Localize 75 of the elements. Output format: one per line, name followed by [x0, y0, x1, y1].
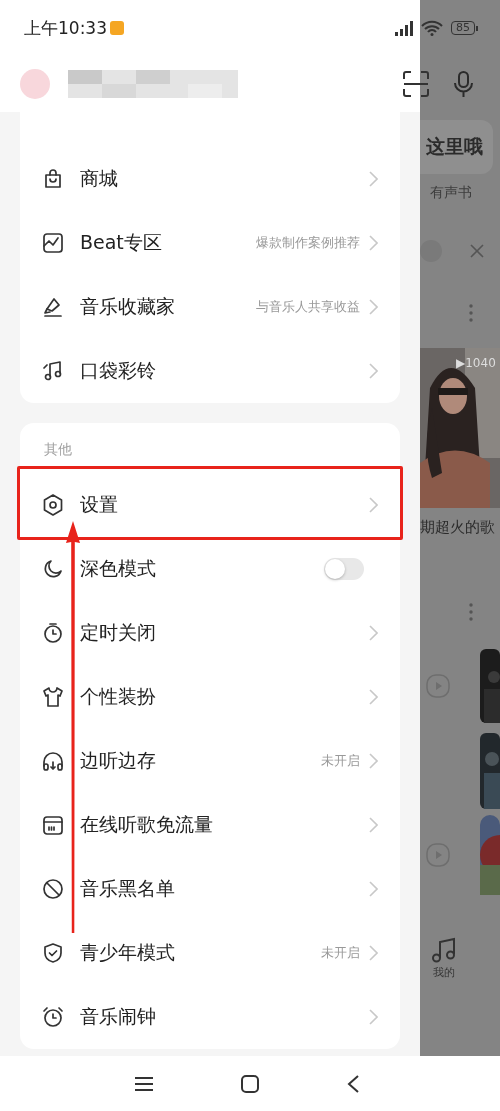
menu-label: 设置 — [80, 492, 119, 517]
alarm-clock-icon — [41, 1005, 65, 1029]
microphone-icon[interactable] — [452, 70, 476, 98]
chart-icon — [41, 231, 65, 255]
chevron-icon — [368, 362, 378, 380]
sim-card-icon — [41, 813, 65, 837]
menu-label: 边听边存 — [80, 748, 157, 773]
menu-label: 音乐黑名单 — [80, 876, 176, 901]
brush-icon — [41, 295, 65, 319]
menu-item[interactable]: 深色模式 — [20, 537, 400, 601]
back-icon[interactable] — [346, 1073, 360, 1094]
menu-item[interactable]: 边听边存 未开启 — [20, 729, 400, 793]
shield-icon — [41, 941, 65, 965]
toggle-switch[interactable] — [324, 558, 364, 580]
play-count: ▶1040 — [456, 356, 496, 370]
more-icon[interactable] — [469, 603, 473, 621]
menu-item[interactable]: 在线听歌免流量 — [20, 793, 400, 857]
notification-icon — [110, 21, 124, 35]
menu-label: 商城 — [80, 166, 119, 191]
chevron-icon — [368, 234, 378, 252]
menu-item[interactable]: Beat专区 爆款制作案例推荐 — [20, 211, 400, 275]
chevron-icon — [368, 624, 378, 642]
chevron-icon — [368, 752, 378, 770]
nav-label[interactable]: 我的 — [433, 965, 455, 980]
music-note-icon[interactable] — [431, 937, 457, 963]
menu-item[interactable]: 个性装扮 — [20, 665, 400, 729]
chevron-icon — [368, 170, 378, 188]
status-time: 上午10:33 — [24, 16, 107, 40]
status-hint: 爆款制作案例推荐 — [256, 234, 360, 252]
menu-item[interactable]: 青少年模式 未开启 — [20, 921, 400, 985]
more-icon[interactable] — [469, 304, 473, 322]
status-hint: 未开启 — [321, 944, 360, 962]
scan-icon[interactable] — [402, 70, 430, 98]
menu-label: 音乐闹钟 — [80, 1004, 157, 1029]
menu-item[interactable]: 音乐闹钟 — [20, 985, 400, 1049]
status-hint: 与音乐人共享收益 — [256, 298, 360, 316]
chevron-icon — [368, 496, 378, 514]
headphones-icon — [41, 749, 65, 773]
close-icon[interactable] — [470, 244, 484, 258]
chip[interactable] — [420, 240, 442, 262]
menu-label: 个性装扮 — [80, 684, 157, 709]
status-hint: 未开启 — [321, 752, 360, 770]
chevron-icon — [368, 816, 378, 834]
menu-label: 口袋彩铃 — [80, 358, 157, 383]
home-icon[interactable] — [240, 1073, 260, 1094]
menu-label: 定时关闭 — [80, 620, 157, 645]
menu-item[interactable]: 音乐收藏家 与音乐人共享收益 — [20, 275, 400, 339]
menu-label: 音乐收藏家 — [80, 294, 176, 319]
chevron-icon — [368, 688, 378, 706]
settings-icon — [41, 493, 65, 517]
chevron-icon — [368, 298, 378, 316]
chevron-icon — [368, 944, 378, 962]
wifi-icon — [421, 20, 443, 36]
chevron-icon — [368, 1008, 378, 1026]
moon-icon — [41, 557, 65, 581]
song-caption: 期超火的歌 — [420, 518, 495, 537]
menu-item[interactable]: 音乐黑名单 — [20, 857, 400, 921]
menu-item[interactable]: 定时关闭 — [20, 601, 400, 665]
menu-item[interactable]: 设置 — [20, 473, 400, 537]
avatar[interactable] — [20, 69, 50, 99]
menu-item[interactable]: 商城 — [20, 147, 400, 211]
signal-icon — [393, 20, 415, 36]
menu-label: 在线听歌免流量 — [80, 812, 214, 837]
tooltip-bubble: 这里哦 — [420, 120, 493, 174]
menu-label: 深色模式 — [80, 556, 157, 581]
timer-icon — [41, 621, 65, 645]
menu-label: Beat专区 — [80, 230, 163, 255]
menu-item[interactable]: 口袋彩铃 — [20, 339, 400, 403]
battery-icon: 85 — [451, 21, 478, 35]
shirt-icon — [41, 685, 65, 709]
menu-icon[interactable] — [134, 1075, 154, 1092]
menu-label: 青少年模式 — [80, 940, 176, 965]
section-title: 其他 — [43, 440, 73, 459]
block-icon — [41, 877, 65, 901]
chevron-icon — [368, 880, 378, 898]
